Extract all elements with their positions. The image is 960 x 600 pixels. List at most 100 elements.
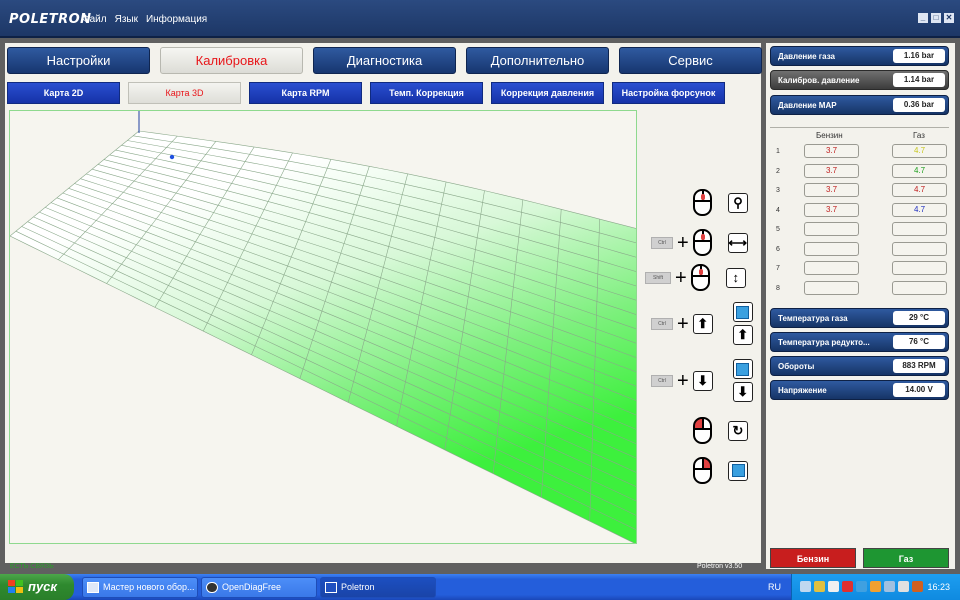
gas-injection-time [892, 222, 947, 236]
tab-calibration[interactable]: Калибровка [160, 47, 303, 74]
table-row: 3 3.7 4.7 [766, 183, 955, 198]
ctrl-key-icon: Ctrl [651, 236, 673, 249]
security-icon[interactable] [870, 581, 881, 592]
arrows-vertical-icon[interactable]: ↕ [725, 267, 746, 288]
start-button[interactable]: пуск [0, 574, 74, 600]
tab-settings[interactable]: Настройки [7, 47, 150, 74]
petrol-column-header: Бензин [816, 131, 843, 140]
tab-service[interactable]: Сервис [619, 47, 762, 74]
select-cell-icon[interactable] [732, 302, 753, 322]
table-row: 5 [766, 222, 955, 237]
arrow-down-key-icon: ⬇ [692, 370, 713, 391]
petrol-injection-time [804, 241, 859, 256]
tool-pan-h-row: Ctrl + ⟷ [651, 229, 748, 256]
table-row: 7 [766, 261, 955, 276]
gas-button[interactable]: Газ [863, 548, 949, 568]
subtab-map-2d[interactable]: Карта 2D [7, 82, 120, 104]
menu-info[interactable]: Информация [146, 14, 207, 25]
gas-injection-time [892, 261, 947, 275]
system-tray: 16:23 [791, 574, 960, 600]
petrol-injection-time: 3.7 [804, 163, 859, 178]
maximize-icon[interactable]: □ [931, 13, 941, 23]
table-row: 6 [766, 241, 955, 257]
select-cell-icon[interactable] [732, 359, 753, 379]
petrol-injection-time: 3.7 [804, 202, 859, 217]
readings-panel: Давление газа 1.16 bar Калибров. давлени… [766, 43, 955, 569]
windows-flag-icon [8, 580, 23, 594]
zoom-icon[interactable]: ⚲ [728, 192, 748, 213]
table-row: 2 3.7 4.7 [766, 163, 955, 179]
table-row: 4 3.7 4.7 [766, 202, 955, 218]
rpm-value: 883 RPM [893, 359, 945, 373]
injector-number: 8 [776, 284, 780, 292]
minimize-icon[interactable]: _ [918, 13, 928, 23]
update-icon[interactable] [856, 581, 867, 592]
arrows-horizontal-icon[interactable]: ⟷ [727, 232, 748, 253]
alert-icon[interactable] [842, 581, 853, 592]
calib-pressure-indicator: Калибров. давление 1.14 bar [770, 70, 949, 90]
map-3d-view[interactable] [9, 110, 637, 544]
menu-language[interactable]: Язык [115, 14, 138, 25]
map-3d-surface[interactable] [10, 111, 637, 544]
sub-tabs: Карта 2D Карта 3D Карта RPM Темп. Коррек… [7, 82, 725, 104]
rotate-icon[interactable]: ↻ [728, 420, 748, 441]
taskbar-item-opendiag[interactable]: OpenDiagFree [201, 577, 317, 598]
arrow-up-icon[interactable]: ⬆ [732, 325, 753, 345]
select-cell-icon[interactable] [728, 460, 748, 481]
app-logo: POLETRON [9, 12, 92, 27]
app-icon [206, 582, 218, 593]
connection-status: ЕСТЬ СВЯЗЬ [10, 563, 54, 570]
gas-pressure-indicator: Давление газа 1.16 bar [770, 46, 949, 66]
map-pressure-indicator: Давление MAP 0.36 bar [770, 95, 949, 115]
title-bar: POLETRON Файл Язык Информация _ □ ✕ [0, 0, 960, 38]
clock: 16:23 [927, 582, 950, 592]
gas-injection-time: 4.7 [892, 144, 947, 158]
close-icon[interactable]: ✕ [944, 13, 954, 23]
subtab-map-3d[interactable]: Карта 3D [128, 82, 241, 104]
app-tray-icon[interactable] [912, 581, 923, 592]
main-window: Настройки Калибровка Диагностика Дополни… [0, 38, 960, 574]
petrol-injection-time [804, 280, 859, 295]
taskbar-item-wizard[interactable]: Мастер нового обор... [82, 577, 198, 598]
gas-injection-time [892, 280, 947, 295]
network-icon[interactable] [800, 581, 811, 592]
menu-bar: Файл Язык Информация [82, 14, 207, 25]
petrol-injection-time [804, 261, 859, 275]
language-indicator[interactable]: RU [768, 582, 781, 592]
petrol-injection-time: 3.7 [804, 183, 859, 197]
volume-icon[interactable] [884, 581, 895, 592]
injector-number: 2 [776, 167, 780, 175]
reducer-temp-value: 76 °C [893, 335, 945, 349]
cursor-marker [169, 154, 175, 160]
reducer-temp-indicator: Температура редукто... 76 °C [770, 332, 949, 352]
window-icon [87, 582, 99, 593]
calibration-panel: Настройки Калибровка Диагностика Дополни… [5, 43, 762, 563]
petrol-button[interactable]: Бензин [770, 548, 856, 568]
table-row: 8 [766, 280, 955, 296]
taskbar-item-poletron[interactable]: Poletron [320, 577, 436, 598]
subtab-injector-setup[interactable]: Настройка форсунок [612, 82, 725, 104]
voltage-value: 14.00 V [893, 383, 945, 397]
gas-injection-time: 4.7 [892, 202, 947, 217]
tab-diagnostics[interactable]: Диагностика [313, 47, 456, 74]
subtab-map-rpm[interactable]: Карта RPM [249, 82, 362, 104]
arrow-down-icon[interactable]: ⬇ [732, 382, 753, 402]
menu-file[interactable]: Файл [82, 14, 107, 25]
tab-additional[interactable]: Дополнительно [466, 47, 609, 74]
gas-injection-time: 4.7 [892, 163, 947, 178]
subtab-pressure-correction[interactable]: Коррекция давления [491, 82, 604, 104]
gas-pressure-value: 1.16 bar [893, 49, 945, 63]
gas-injection-time [892, 241, 947, 256]
usb-icon[interactable] [898, 581, 909, 592]
signal-icon[interactable] [828, 581, 839, 592]
subtab-temp-correction[interactable]: Темп. Коррекция [370, 82, 483, 104]
injector-number: 3 [776, 187, 780, 194]
table-row: 1 3.7 4.7 [766, 144, 955, 159]
poletron-icon [325, 582, 337, 593]
window-controls: _ □ ✕ [918, 13, 954, 23]
tool-zoom-row: ⚲ [693, 189, 748, 216]
tool-raise-row: Ctrl + ⬆ ⬆ [651, 302, 753, 345]
antivirus-icon[interactable] [814, 581, 825, 592]
injector-number: 7 [776, 265, 780, 272]
tool-lower-row: Ctrl + ⬇ ⬇ [651, 359, 753, 402]
